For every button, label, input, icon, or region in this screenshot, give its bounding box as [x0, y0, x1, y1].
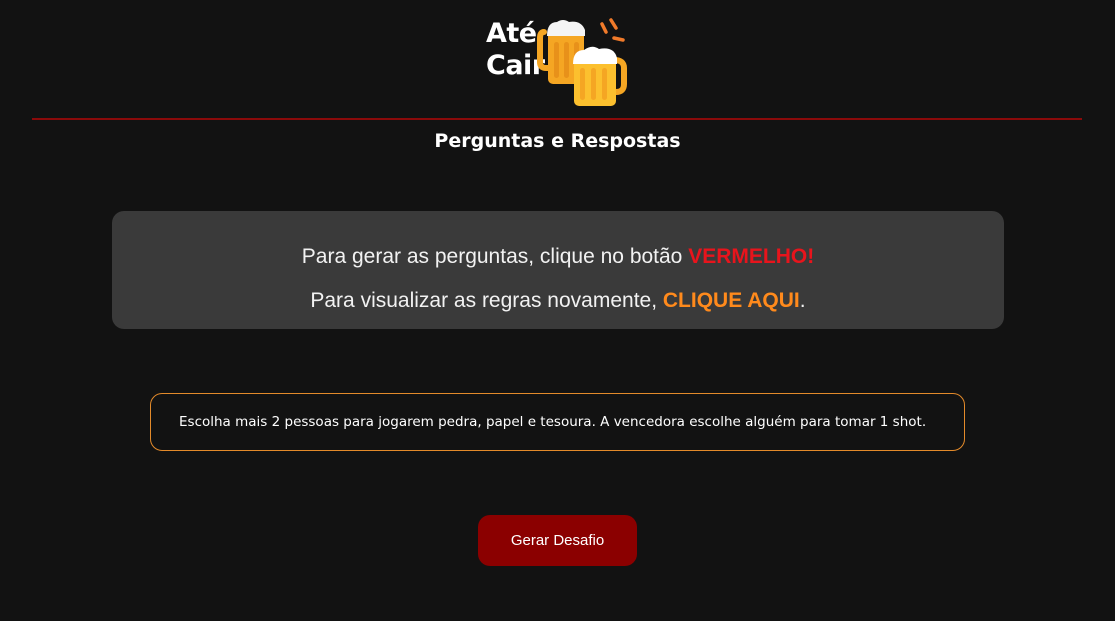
- challenge-card: Escolha mais 2 pessoas para jogarem pedr…: [150, 393, 965, 451]
- red-button-hint: VERMELHO!: [688, 245, 815, 268]
- challenge-text: Escolha mais 2 pessoas para jogarem pedr…: [179, 414, 927, 430]
- page-subtitle: Perguntas e Respostas: [434, 130, 681, 152]
- cheers-sparks: [600, 18, 625, 42]
- header-divider: [32, 118, 1082, 120]
- instruction-2-suffix: .: [799, 289, 806, 312]
- instruction-1-text: Para gerar as perguntas, clique no botão: [301, 245, 689, 268]
- logo: Até Cair: [486, 14, 636, 110]
- instructions-panel: Para gerar as perguntas, clique no botão…: [112, 211, 1004, 329]
- instruction-line-2: Para visualizar as regras novamente, CLI…: [112, 279, 1004, 323]
- page: Até Cair Perguntas e Respostas Para gera…: [0, 0, 1115, 621]
- beer-mugs-cheers-icon: [537, 18, 627, 106]
- instruction-line-1: Para gerar as perguntas, clique no botão…: [112, 235, 1004, 279]
- show-rules-link[interactable]: CLIQUE AQUI: [663, 289, 800, 312]
- generate-challenge-button[interactable]: Gerar Desafio: [478, 515, 637, 566]
- instruction-2-text: Para visualizar as regras novamente,: [310, 289, 663, 312]
- front-mug: [573, 46, 627, 106]
